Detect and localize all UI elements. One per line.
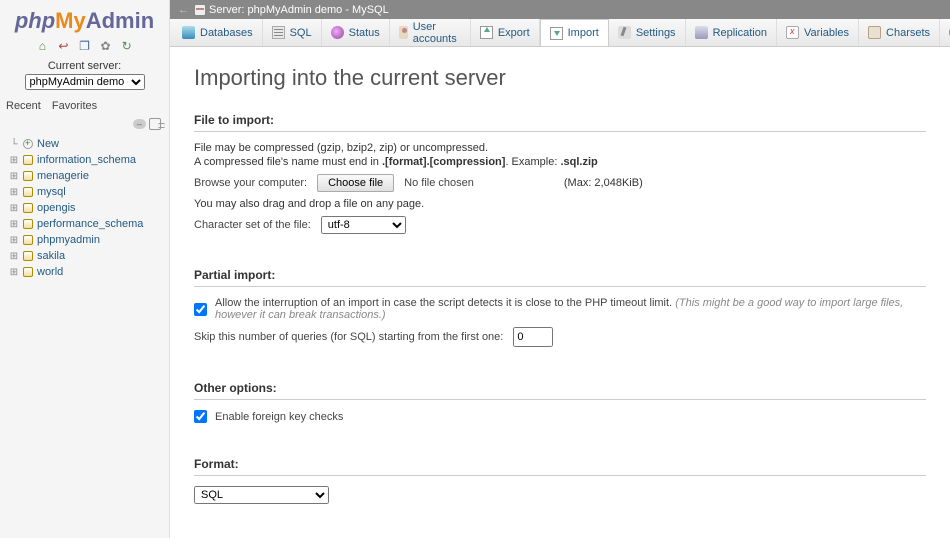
fk-checks-label: Enable foreign key checks bbox=[215, 411, 343, 423]
charset-label: Character set of the file: bbox=[194, 219, 311, 231]
db-item[interactable]: ⊞sakila bbox=[2, 248, 167, 264]
sidebar-nav-links: Recent Favorites bbox=[0, 96, 169, 116]
settings-icon bbox=[618, 26, 631, 39]
database-icon bbox=[23, 171, 33, 181]
database-tree: └New ⊞information_schema ⊞menagerie ⊞mys… bbox=[0, 132, 169, 284]
allow-interrupt-label: Allow the interruption of an import in c… bbox=[215, 297, 926, 321]
tab-user-accounts[interactable]: User accounts bbox=[390, 19, 471, 46]
logout-icon[interactable]: ↩ bbox=[56, 39, 70, 53]
nav-settings-icon[interactable]: ✿ bbox=[99, 39, 113, 53]
tab-variables[interactable]: Variables bbox=[777, 19, 859, 46]
database-icon bbox=[23, 219, 33, 229]
database-icon bbox=[23, 203, 33, 213]
db-item[interactable]: ⊞opengis bbox=[2, 200, 167, 216]
charsets-icon bbox=[868, 26, 881, 39]
db-item[interactable]: ⊞performance_schema bbox=[2, 216, 167, 232]
database-icon bbox=[23, 267, 33, 277]
no-file-text: No file chosen bbox=[404, 177, 474, 189]
db-item[interactable]: ⊞phpmyadmin bbox=[2, 232, 167, 248]
sidebar: phpMyAdmin ⌂ ↩ ❐ ✿ ↻ Current server: php… bbox=[0, 0, 170, 538]
tab-replication[interactable]: Replication bbox=[686, 19, 777, 46]
compress-note-1: File may be compressed (gzip, bzip2, zip… bbox=[194, 142, 926, 154]
database-icon bbox=[23, 155, 33, 165]
new-icon bbox=[23, 139, 33, 149]
breadcrumb-bar: ← Server: phpMyAdmin demo - MySQL bbox=[170, 0, 950, 19]
databases-icon bbox=[182, 26, 195, 39]
tab-status[interactable]: Status bbox=[322, 19, 390, 46]
reload-icon[interactable]: ↻ bbox=[120, 39, 134, 53]
sql-icon bbox=[272, 26, 285, 39]
compress-note-2: A compressed file's name must end in .[f… bbox=[194, 156, 926, 168]
charset-select[interactable]: utf-8 bbox=[321, 216, 406, 234]
section-partial-import: Partial import: bbox=[194, 268, 926, 282]
main-area: ← Server: phpMyAdmin demo - MySQL Databa… bbox=[170, 0, 950, 538]
db-item[interactable]: ⊞information_schema bbox=[2, 152, 167, 168]
drag-note: You may also drag and drop a file on any… bbox=[194, 198, 926, 210]
recent-link[interactable]: Recent bbox=[6, 100, 41, 112]
section-format: Format: bbox=[194, 457, 926, 471]
tab-databases[interactable]: Databases bbox=[173, 19, 263, 46]
server-icon bbox=[195, 5, 205, 15]
home-icon[interactable]: ⌂ bbox=[35, 39, 49, 53]
allow-interrupt-checkbox[interactable] bbox=[194, 303, 207, 316]
database-icon bbox=[23, 187, 33, 197]
tab-settings[interactable]: Settings bbox=[609, 19, 686, 46]
db-item[interactable]: ⊞menagerie bbox=[2, 168, 167, 184]
skip-queries-label: Skip this number of queries (for SQL) st… bbox=[194, 331, 503, 343]
top-tabs: Databases SQL Status User accounts Expor… bbox=[170, 19, 950, 47]
tab-export[interactable]: Export bbox=[471, 19, 540, 46]
skip-queries-input[interactable] bbox=[513, 327, 553, 347]
status-icon bbox=[331, 26, 344, 39]
sidebar-quick-icons: ⌂ ↩ ❐ ✿ ↻ bbox=[0, 36, 169, 56]
variables-icon bbox=[786, 26, 799, 39]
breadcrumb-server[interactable]: Server: phpMyAdmin demo - MySQL bbox=[209, 4, 389, 16]
choose-file-button[interactable]: Choose file bbox=[317, 174, 394, 192]
current-server-label: Current server: bbox=[0, 56, 169, 74]
tab-charsets[interactable]: Charsets bbox=[859, 19, 940, 46]
tab-sql[interactable]: SQL bbox=[263, 19, 322, 46]
database-icon bbox=[23, 235, 33, 245]
page-title: Importing into the current server bbox=[194, 65, 926, 91]
import-icon bbox=[550, 27, 563, 40]
fk-checks-checkbox[interactable] bbox=[194, 410, 207, 423]
link-icon[interactable] bbox=[149, 118, 161, 130]
docs-icon[interactable]: ❐ bbox=[78, 39, 92, 53]
export-icon bbox=[480, 26, 493, 39]
max-size-note: (Max: 2,048KiB) bbox=[564, 177, 643, 189]
browse-label: Browse your computer: bbox=[194, 177, 307, 189]
section-file-to-import: File to import: bbox=[194, 113, 926, 127]
tab-engines[interactable]: Engines bbox=[940, 19, 950, 46]
logo[interactable]: phpMyAdmin bbox=[0, 0, 169, 36]
tab-import[interactable]: Import bbox=[540, 19, 609, 46]
db-item[interactable]: ⊞world bbox=[2, 264, 167, 280]
content-area: Importing into the current server File t… bbox=[170, 47, 950, 538]
section-other-options: Other options: bbox=[194, 381, 926, 395]
replication-icon bbox=[695, 26, 708, 39]
server-select[interactable]: phpMyAdmin demo - MyS bbox=[25, 74, 145, 90]
new-database-link[interactable]: └New bbox=[2, 136, 167, 152]
users-icon bbox=[399, 26, 408, 39]
favorites-link[interactable]: Favorites bbox=[52, 100, 97, 112]
format-select[interactable]: SQL bbox=[194, 486, 329, 504]
collapse-icon[interactable]: – bbox=[133, 119, 146, 129]
breadcrumb-arrow-icon: ← bbox=[178, 4, 189, 16]
db-item[interactable]: ⊞mysql bbox=[2, 184, 167, 200]
database-icon bbox=[23, 251, 33, 261]
